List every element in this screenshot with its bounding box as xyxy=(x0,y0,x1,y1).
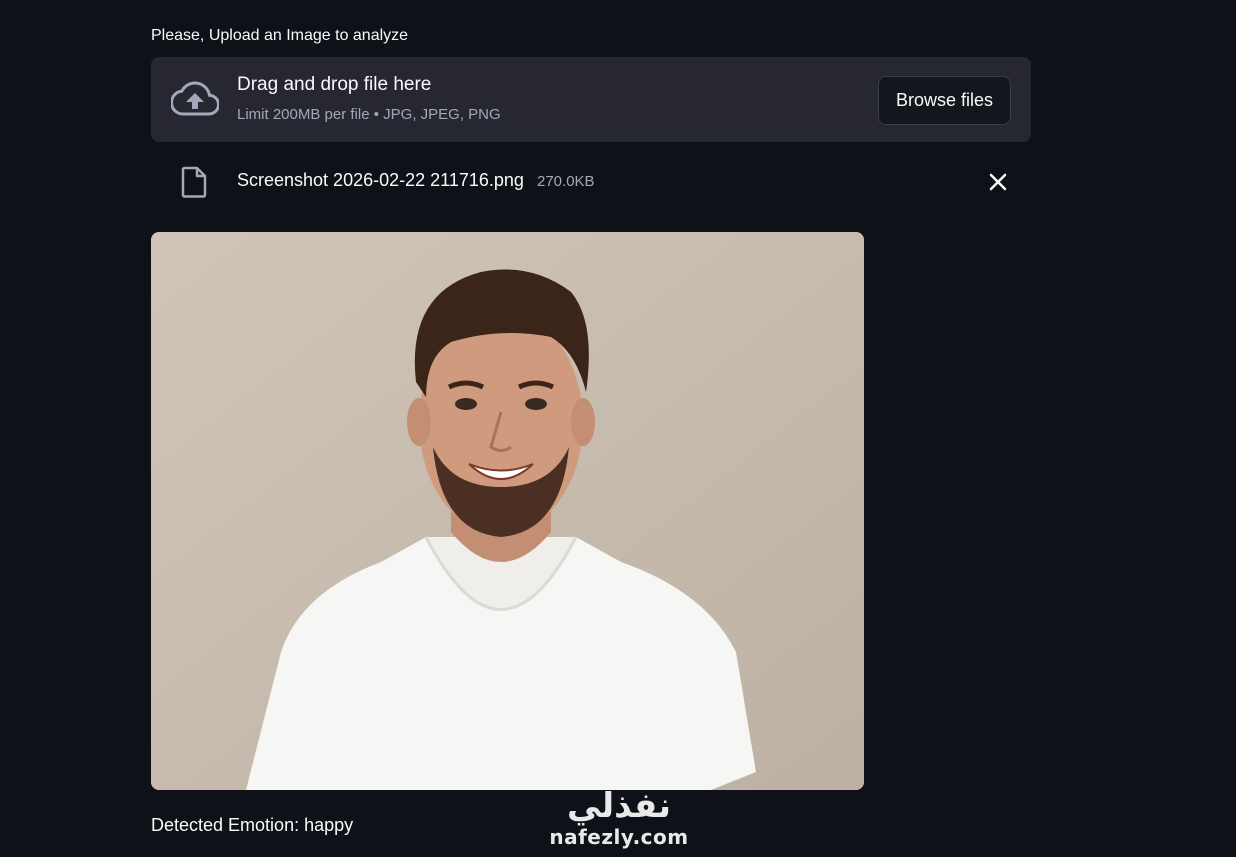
close-icon[interactable] xyxy=(987,171,1009,193)
nafezly-watermark: نفذلي nafezly.com xyxy=(544,786,694,856)
uploaded-file-name: Screenshot 2026-02-22 211716.png xyxy=(237,170,524,190)
file-icon xyxy=(181,166,207,198)
uploaded-file-size: 270.0KB xyxy=(537,173,595,190)
uploader-label: Please, Upload an Image to analyze xyxy=(151,27,409,44)
uploaded-file-row: Screenshot 2026-02-22 211716.png 270.0KB xyxy=(151,160,1031,204)
dropzone-title: Drag and drop file here xyxy=(237,74,432,95)
app-page: Please, Upload an Image to analyze Drag … xyxy=(0,0,1236,857)
file-dropzone[interactable]: Drag and drop file here Limit 200MB per … xyxy=(151,57,1031,142)
watermark-arabic: نفذلي xyxy=(566,786,672,826)
cloud-upload-icon xyxy=(171,81,219,116)
person-photo xyxy=(151,232,864,790)
detected-emotion-text: Detected Emotion: happy xyxy=(151,815,354,835)
browse-files-button[interactable]: Browse files xyxy=(878,76,1011,125)
watermark-latin: nafezly.com xyxy=(549,825,689,849)
uploaded-image-preview xyxy=(151,232,864,790)
dropzone-limit-text: Limit 200MB per file • JPG, JPEG, PNG xyxy=(237,106,501,123)
